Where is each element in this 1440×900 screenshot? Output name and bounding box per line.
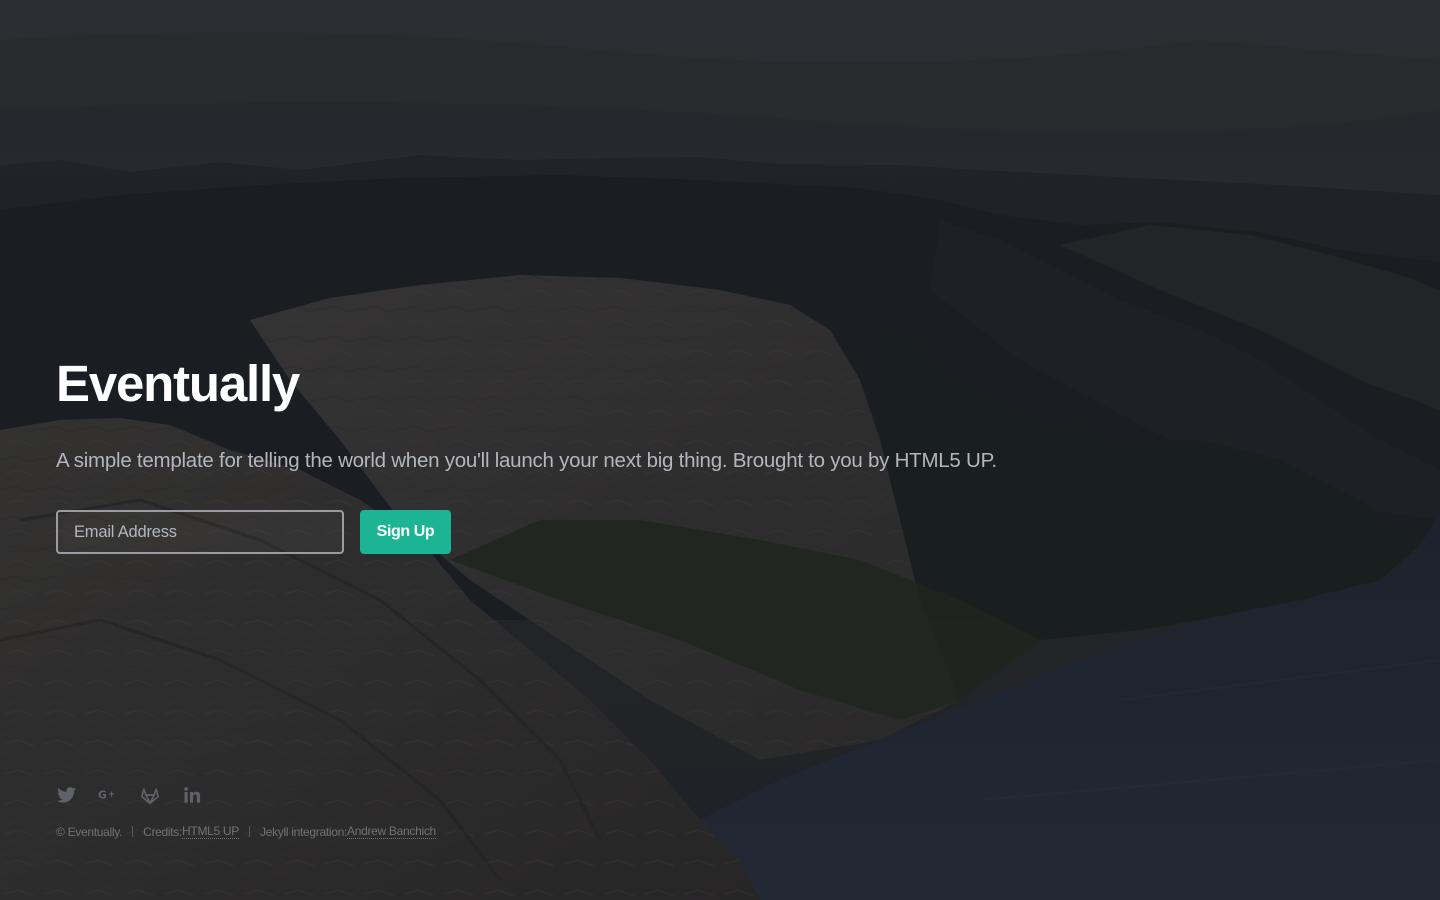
twitter-icon[interactable] — [56, 785, 76, 805]
footer: G + © Eventually. Credits: HTML5 UP Jeky… — [56, 784, 436, 839]
footer-divider — [249, 826, 250, 837]
copyright-text: © Eventually. — [56, 824, 123, 839]
jekyll-author-link[interactable]: Andrew Banchich — [347, 824, 436, 839]
email-input[interactable] — [56, 510, 344, 554]
page-title: Eventually — [56, 355, 300, 412]
linkedin-icon[interactable] — [182, 785, 202, 805]
signup-form: Sign Up — [56, 510, 1156, 554]
svg-text:G: G — [98, 789, 107, 802]
svg-text:+: + — [108, 790, 115, 800]
hero-section: Eventually A simple template for telling… — [56, 352, 1156, 554]
sign-up-button[interactable]: Sign Up — [360, 510, 451, 554]
jekyll-label: Jekyll integration: — [260, 824, 348, 839]
google-plus-icon[interactable]: G + — [98, 785, 118, 805]
footer-divider — [132, 826, 134, 837]
credits-link-html5up[interactable]: HTML5 UP — [182, 824, 239, 839]
gitlab-icon[interactable] — [140, 785, 160, 805]
footer-credits: © Eventually. Credits: HTML5 UP Jekyll i… — [56, 824, 436, 839]
social-links: G + — [56, 784, 436, 806]
credits-label: Credits: — [143, 824, 183, 839]
page-subtitle: A simple template for telling the world … — [56, 449, 997, 472]
